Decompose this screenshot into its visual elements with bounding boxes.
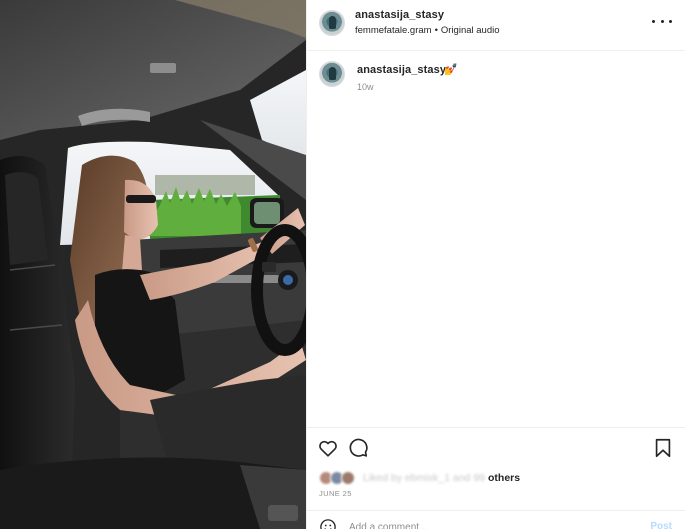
heart-icon[interactable] xyxy=(317,437,339,459)
smiley-icon[interactable] xyxy=(319,518,337,529)
bookmark-icon[interactable] xyxy=(652,437,674,459)
author-username[interactable]: anastasija_stasy xyxy=(355,9,444,21)
speech-bubble-icon[interactable] xyxy=(347,437,369,459)
author-avatar[interactable] xyxy=(319,10,345,36)
original-audio-link[interactable]: Original audio xyxy=(441,25,500,36)
audio-line: femmefatale.gram • Original audio xyxy=(355,25,500,36)
post-media[interactable] xyxy=(0,0,306,529)
post-date[interactable]: JUNE 25 xyxy=(319,489,352,498)
liker-avatars[interactable] xyxy=(319,471,359,485)
caption-emoji: 💅 xyxy=(444,64,458,76)
caption-username[interactable]: anastasija_stasy xyxy=(357,64,446,76)
comment-input[interactable] xyxy=(349,519,609,529)
others-link[interactable]: others xyxy=(488,472,520,484)
audio-separator: • xyxy=(434,25,438,36)
post-actions: Liked by ebmixk_1 and 99 others JUNE 25 … xyxy=(307,427,685,529)
likes-summary: Liked by ebmixk_1 and 99 others xyxy=(319,470,619,486)
caption-avatar[interactable] xyxy=(319,61,345,87)
more-options-icon[interactable] xyxy=(652,13,672,29)
post-photo xyxy=(0,0,306,529)
post-details-panel: anastasija_stasy femmefatale.gram • Origin… xyxy=(306,0,685,529)
audio-account-link[interactable]: femmefatale.gram xyxy=(355,25,432,36)
liked-by-text[interactable]: Liked by ebmixk_1 and 99 xyxy=(363,472,485,484)
post-comment-button[interactable]: Post xyxy=(650,521,672,529)
post-header: anastasija_stasy femmefatale.gram • Origin… xyxy=(307,0,685,51)
comment-bar: Post xyxy=(307,510,685,529)
caption-timestamp[interactable]: 10w xyxy=(357,82,374,92)
